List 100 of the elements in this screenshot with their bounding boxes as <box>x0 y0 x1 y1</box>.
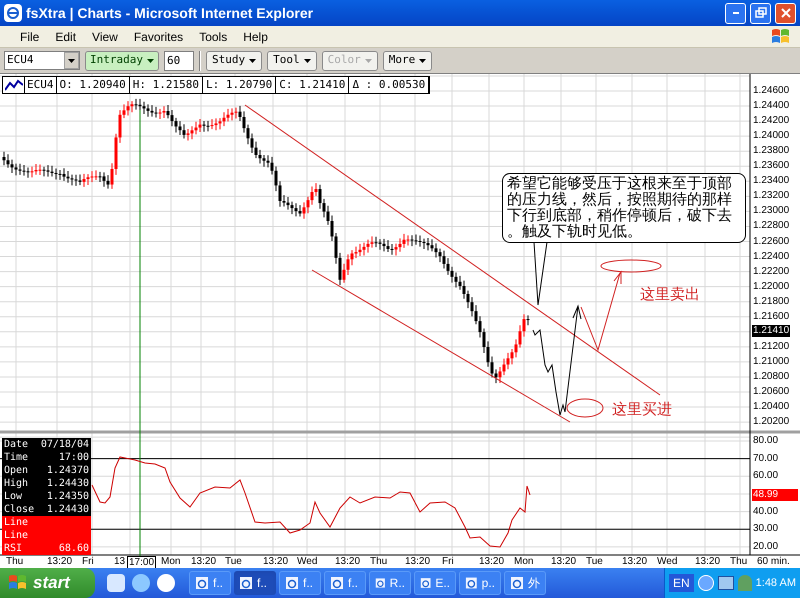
time-axis-label: 13:20 <box>47 556 72 568</box>
time-axis-label: Thu <box>370 556 388 568</box>
data-value: 1.24430 <box>46 477 89 490</box>
toolbar-button[interactable]: Tool <box>267 50 317 70</box>
period-field[interactable]: 60 <box>164 50 194 70</box>
buy-label: 这里买进 <box>612 400 672 420</box>
clock: 1:48 AM <box>756 576 796 591</box>
rsi-value-label: 48.99 <box>752 489 798 501</box>
price-axis-label: 1.23400 <box>753 175 790 188</box>
callout-pointer <box>534 242 548 306</box>
taskbar-button[interactable]: f.. <box>279 571 321 595</box>
network-icon[interactable] <box>718 576 734 590</box>
time-axis-label: 13 <box>114 556 126 568</box>
interval-button[interactable]: Intraday <box>85 50 159 70</box>
price-axis-label: 1.23000 <box>753 205 790 218</box>
price-axis-label: 1.24000 <box>753 130 790 142</box>
page-icon <box>239 576 253 590</box>
price-axis-label: 1.24200 <box>753 115 790 128</box>
data-label: High <box>4 477 28 490</box>
taskbar-button[interactable]: f.. <box>189 571 231 595</box>
data-label: Open <box>4 464 28 477</box>
quote-value: H: 1.21580 <box>130 77 203 93</box>
menu-item[interactable]: Help <box>235 28 276 46</box>
taskbar-button[interactable]: R.. <box>369 571 411 595</box>
time-axis-label: Mon <box>161 556 180 568</box>
menu-item[interactable]: Edit <box>47 28 84 46</box>
caret-icon <box>146 58 154 62</box>
data-value: 07/18/04 <box>40 438 89 451</box>
price-axis-label: 1.22000 <box>753 280 790 293</box>
symbol-dropdown[interactable]: ECU4 <box>4 51 80 70</box>
minimize-icon <box>732 12 738 14</box>
close-button[interactable] <box>775 2 796 24</box>
data-label: Line <box>4 516 28 529</box>
time-axis-label: 13:20 <box>695 556 720 568</box>
price-axis-label: 1.20200 <box>753 416 790 428</box>
menu-item[interactable]: Favorites <box>126 28 192 46</box>
restore-button[interactable] <box>750 2 771 24</box>
rsi-axis-label: 40.00 <box>753 506 778 518</box>
time-axis-label: Thu <box>6 556 24 568</box>
taskbar-button[interactable]: f.. <box>234 571 276 595</box>
windows-flag-icon <box>8 574 28 592</box>
rsi-axis-label: 70.00 <box>753 452 778 465</box>
caret-icon <box>68 58 75 62</box>
time-axis-label: Fri <box>82 556 94 568</box>
timeframe-label: 60 min. <box>757 556 790 568</box>
page-icon <box>420 576 432 590</box>
price-axis-label: 1.20800 <box>753 370 790 383</box>
rsi-axis-label: 20.00 <box>753 541 778 553</box>
price-axis-label: 1.23600 <box>753 160 790 172</box>
taskbar-button[interactable]: 外 <box>504 571 546 595</box>
language-indicator[interactable]: EN <box>668 574 694 592</box>
toolbar-button[interactable]: More <box>382 50 432 70</box>
menu-item[interactable]: View <box>84 28 126 46</box>
time-axis-label: Tue <box>225 556 242 568</box>
taskbar-button[interactable]: f.. <box>324 571 366 595</box>
rsi-axis-label: 30.00 <box>753 523 778 536</box>
sell-label: 这里卖出 <box>640 285 700 305</box>
data-label: Time <box>4 451 28 464</box>
page-icon <box>285 576 299 590</box>
data-label: Line <box>4 529 28 542</box>
caret-icon <box>249 58 256 62</box>
buy-zone-ellipse <box>566 398 604 418</box>
taskbar-button[interactable]: p.. <box>459 571 501 595</box>
time-axis-label: 13:20 <box>479 556 504 568</box>
price-axis-label: 1.21200 <box>753 340 790 353</box>
quote-value: Δ : 0.00530 <box>349 77 430 93</box>
data-label: Low <box>4 490 22 503</box>
time-axis-label: Tue <box>586 556 603 568</box>
rsi-axis-label: 80.00 <box>753 435 778 447</box>
sell-zone-ellipse <box>600 260 662 272</box>
data-label: Date <box>4 438 28 451</box>
price-axis-label: 1.22800 <box>753 220 790 232</box>
data-value: 68.60 <box>58 542 89 555</box>
rsi-axis-label: 60.00 <box>753 470 778 482</box>
data-label: Close <box>4 503 34 516</box>
menu-item[interactable]: File <box>12 28 48 46</box>
time-axis-label: Wed <box>657 556 678 568</box>
current-price-label: 1.21410 <box>752 325 790 337</box>
ie-page-icon <box>4 4 22 22</box>
menu-item[interactable]: Tools <box>191 28 236 46</box>
minimize-button[interactable] <box>725 2 746 24</box>
price-axis-label: 1.21600 <box>753 310 790 323</box>
toolbar-button[interactable]: Study <box>206 50 262 70</box>
data-value: 1.24370 <box>46 464 89 477</box>
taskbar-button[interactable]: E.. <box>414 571 456 595</box>
price-axis-label: 1.21000 <box>753 356 790 368</box>
window-title: fsXtra | Charts - Microsoft Internet Explorer <box>26 4 314 24</box>
caret-icon <box>419 58 426 62</box>
caret-icon <box>304 58 311 62</box>
data-label: RSI <box>4 542 22 555</box>
page-icon <box>330 576 344 590</box>
page-icon <box>510 576 524 590</box>
page-icon <box>465 576 478 590</box>
caret-icon <box>364 58 372 62</box>
time-axis-label: 13:20 <box>335 556 360 568</box>
time-axis-label: Wed <box>297 556 318 568</box>
price-axis-label: 1.22400 <box>753 250 790 263</box>
time-axis-label: 13:20 <box>263 556 288 568</box>
time-axis-label: Thu <box>730 556 748 568</box>
quote-value: C: 1.21410 <box>276 77 350 93</box>
